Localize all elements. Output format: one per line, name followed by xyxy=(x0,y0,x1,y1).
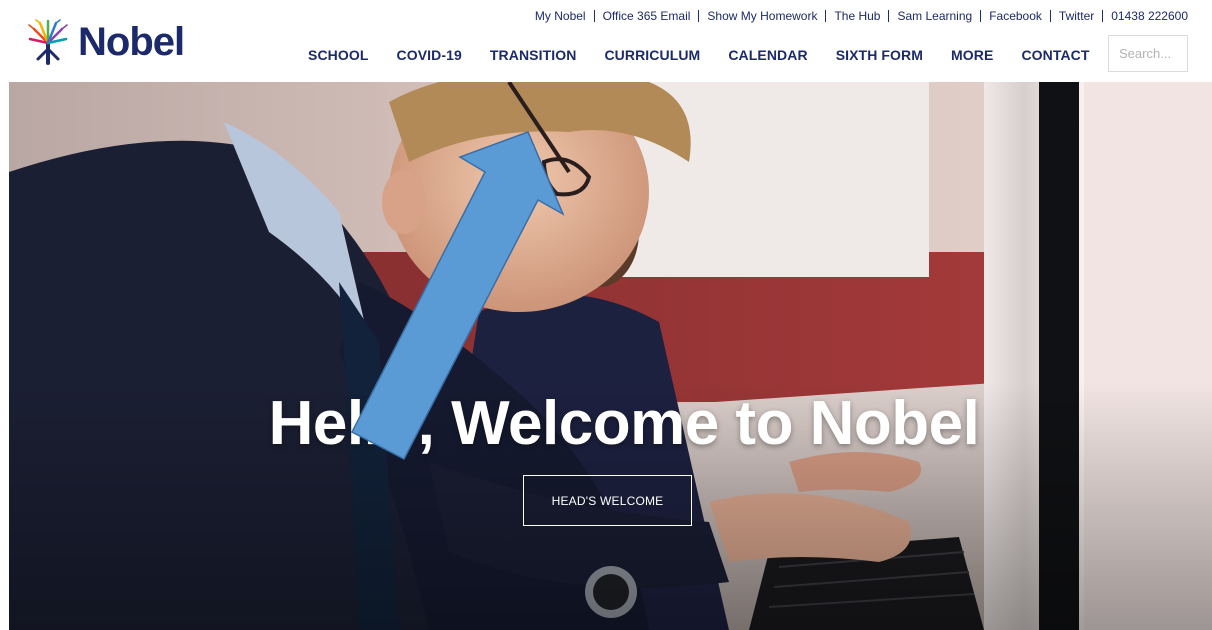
toplink-facebook[interactable]: Facebook xyxy=(989,9,1042,23)
nav-calendar[interactable]: CALENDAR xyxy=(728,47,807,63)
main-navigation: SCHOOL COVID-19 TRANSITION CURRICULUM CA… xyxy=(294,47,1104,63)
toplink-phone-number[interactable]: 01438 222600 xyxy=(1111,9,1188,23)
tree-icon xyxy=(28,19,68,65)
toplink-divider xyxy=(593,10,595,22)
nav-curriculum[interactable]: CURRICULUM xyxy=(604,47,700,63)
toplink-show-my-homework[interactable]: Show My Homework xyxy=(707,9,817,23)
nav-covid-19[interactable]: COVID-19 xyxy=(397,47,462,63)
toplink-divider xyxy=(1049,10,1051,22)
nav-sixth-form[interactable]: SIXTH FORM xyxy=(836,47,923,63)
toplink-divider xyxy=(980,10,982,22)
nav-transition[interactable]: TRANSITION xyxy=(490,47,577,63)
nav-school[interactable]: SCHOOL xyxy=(308,47,369,63)
utility-links: My Nobel Office 365 Email Show My Homewo… xyxy=(535,9,1188,23)
hero-banner: Hello, Welcome to Nobel HEAD'S WELCOME xyxy=(9,82,1212,630)
toplink-divider xyxy=(825,10,827,22)
toplink-divider xyxy=(888,10,890,22)
site-header: Nobel My Nobel Office 365 Email Show My … xyxy=(0,0,1212,82)
toplink-sam-learning[interactable]: Sam Learning xyxy=(897,9,972,23)
search-input[interactable] xyxy=(1108,35,1188,72)
nav-contact[interactable]: CONTACT xyxy=(1021,47,1089,63)
toplink-divider xyxy=(1102,10,1104,22)
nav-more[interactable]: MORE xyxy=(951,47,993,63)
logo-wordmark: Nobel xyxy=(78,20,185,64)
hero-title: Hello, Welcome to Nobel xyxy=(268,389,980,458)
toplink-divider xyxy=(698,10,700,22)
toplink-twitter[interactable]: Twitter xyxy=(1059,9,1094,23)
toplink-the-hub[interactable]: The Hub xyxy=(834,9,880,23)
toplink-office-365-email[interactable]: Office 365 Email xyxy=(603,9,691,23)
site-logo[interactable]: Nobel xyxy=(26,18,185,66)
hero-photo xyxy=(9,82,1212,630)
toplink-my-nobel[interactable]: My Nobel xyxy=(535,9,586,23)
heads-welcome-button[interactable]: HEAD'S WELCOME xyxy=(523,475,692,526)
